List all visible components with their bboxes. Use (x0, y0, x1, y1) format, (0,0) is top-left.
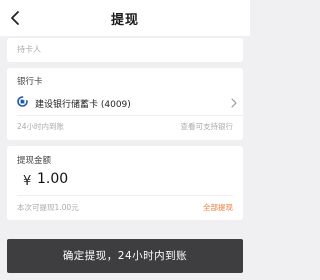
amount-input[interactable] (37, 169, 187, 189)
bank-card-selector[interactable]: 建设银行储蓄卡 (4009) (7, 92, 243, 114)
bank-section-label: 银行卡 (17, 77, 43, 87)
withdraw-amount-section: 提现金额 ¥ 本次可提现1.00元 全部提现 (7, 146, 243, 220)
cardholder-card: 持卡人 (7, 38, 243, 62)
arrival-note: 24小时内到账 (17, 122, 65, 131)
confirm-withdraw-button[interactable]: 确定提现，24小时内到账 (7, 239, 243, 273)
view-supported-banks-link[interactable]: 查看可支持银行 (181, 121, 234, 132)
divider (17, 115, 243, 116)
available-amount-note: 本次可提现1.00元 (17, 203, 79, 212)
currency-symbol: ¥ (23, 174, 32, 189)
divider (17, 195, 233, 196)
bank-card-section: 银行卡 建设银行储蓄卡 (4009) 24小时内到账 查看可支持银行 (7, 68, 243, 140)
ccb-bank-logo-icon (17, 96, 28, 107)
cardholder-label: 持卡人 (17, 45, 41, 54)
chevron-right-icon (231, 98, 237, 108)
page-title: 提现 (110, 13, 139, 28)
bank-card-name: 建设银行储蓄卡 (4009) (35, 100, 131, 110)
amount-section-label: 提现金额 (17, 156, 52, 166)
withdraw-all-link[interactable]: 全部提现 (203, 202, 233, 213)
nav-bar: 提现 (0, 0, 250, 36)
